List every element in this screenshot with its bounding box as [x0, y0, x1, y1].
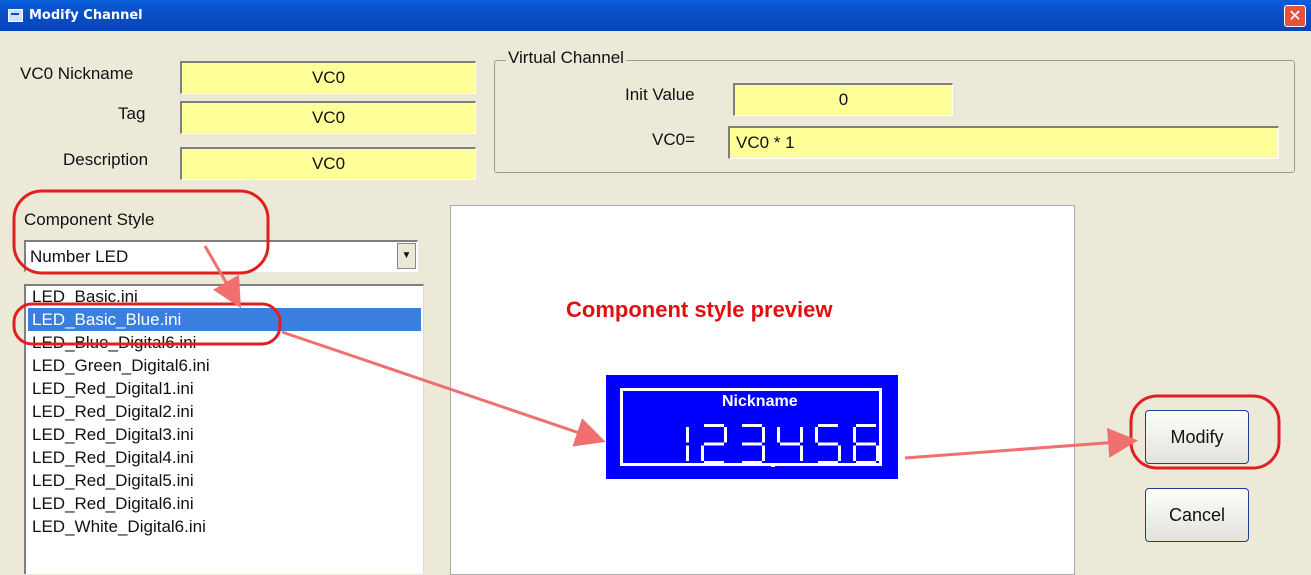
led-segment	[780, 442, 800, 446]
description-label: Description	[63, 150, 149, 169]
led-segment	[742, 461, 762, 464]
led-segment	[686, 427, 689, 443]
nickname-label: VC0 Nickname	[20, 64, 134, 83]
led-segment	[856, 424, 876, 427]
vc0-expression-field[interactable]: VC0 * 1	[728, 126, 1279, 159]
component-style-label: Component Style	[24, 210, 155, 229]
list-item[interactable]: LED_Basic.ini	[28, 286, 423, 308]
cancel-button[interactable]: Cancel	[1145, 488, 1249, 542]
tag-label: Tag	[118, 104, 146, 123]
list-item[interactable]: LED_White_Digital6.ini	[28, 515, 423, 538]
led-digits	[686, 424, 879, 467]
init-value-label: Init Value	[625, 85, 695, 104]
led-nickname-label: Nickname	[718, 393, 802, 411]
title-bar: Modify Channel ✕	[0, 0, 1311, 31]
led-segment	[742, 442, 762, 446]
component-style-value: Number LED	[30, 247, 129, 266]
list-item[interactable]: LED_Green_Digital6.ini	[28, 354, 423, 377]
list-item[interactable]: LED_Red_Digital6.ini	[28, 492, 423, 515]
led-segment	[704, 424, 724, 427]
list-item[interactable]: LED_Blue_Digital6.ini	[28, 331, 423, 354]
led-preview: Nickname	[606, 375, 898, 479]
led-segment	[724, 427, 727, 443]
list-item[interactable]: LED_Red_Digital5.ini	[28, 469, 423, 492]
led-segment	[686, 445, 689, 461]
led-segment	[856, 461, 876, 464]
led-segment	[818, 424, 838, 427]
led-segment	[853, 427, 856, 443]
led-segment	[818, 461, 838, 464]
led-segment	[742, 424, 762, 427]
app-icon	[8, 9, 23, 22]
led-segment	[876, 445, 879, 461]
tag-field[interactable]: VC0	[180, 101, 476, 134]
chevron-down-icon[interactable]: ▼	[397, 243, 416, 269]
style-file-list[interactable]: LED_Basic.ini LED_Basic_Blue.ini LED_Blu…	[24, 284, 424, 574]
led-segment	[701, 445, 704, 461]
list-item-selected[interactable]: LED_Basic_Blue.ini	[28, 308, 421, 331]
led-segment	[777, 427, 780, 443]
modify-button[interactable]: Modify	[1145, 410, 1249, 464]
led-decimal-point	[771, 463, 775, 467]
list-item[interactable]: LED_Red_Digital4.ini	[28, 446, 423, 469]
led-frame: Nickname	[620, 388, 882, 467]
list-item[interactable]: LED_Red_Digital2.ini	[28, 400, 423, 423]
led-segment	[853, 445, 856, 461]
led-segment	[762, 445, 765, 461]
led-segment	[800, 445, 803, 461]
description-field[interactable]: VC0	[180, 147, 476, 180]
vc0-expression-label: VC0=	[652, 130, 695, 149]
led-segment	[704, 442, 724, 446]
led-segment	[815, 427, 818, 443]
led-segment	[856, 442, 876, 446]
led-segment	[800, 427, 803, 443]
component-style-select[interactable]: Number LED ▼	[24, 240, 418, 272]
init-value-field[interactable]: 0	[733, 83, 953, 116]
list-item[interactable]: LED_Red_Digital1.ini	[28, 377, 423, 400]
led-segment	[838, 445, 841, 461]
led-segment	[762, 427, 765, 443]
virtual-channel-legend: Virtual Channel	[506, 48, 626, 68]
led-segment	[818, 442, 838, 446]
list-item[interactable]: LED_Red_Digital3.ini	[28, 423, 423, 446]
close-button[interactable]: ✕	[1284, 5, 1306, 27]
nickname-field[interactable]: VC0	[180, 61, 476, 94]
preview-caption: Component style preview	[566, 297, 833, 322]
led-segment	[704, 461, 724, 464]
window-title: Modify Channel	[29, 8, 143, 23]
